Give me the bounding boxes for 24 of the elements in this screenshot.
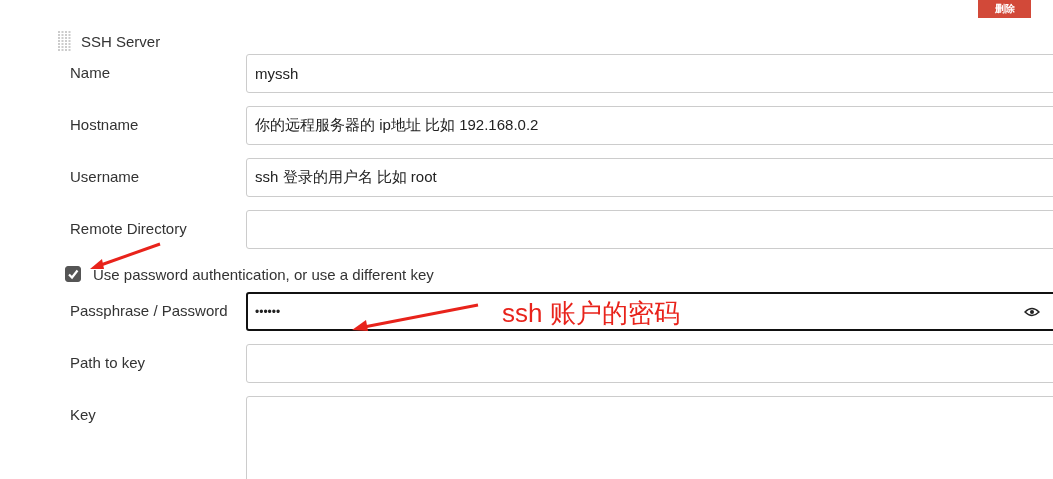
text-field[interactable]: [246, 210, 1053, 249]
field-label: Username: [70, 167, 141, 187]
key-textarea[interactable]: [246, 396, 1053, 479]
field-label: Path to key: [70, 353, 147, 373]
field-label: Key: [70, 405, 97, 425]
field-label: Remote Directory: [70, 219, 188, 239]
text-field[interactable]: myssh: [246, 54, 1053, 93]
field-value: ssh 登录的用户名 比如 root: [255, 168, 437, 187]
annotation-text: ssh 账户的密码: [502, 297, 680, 330]
eye-icon[interactable]: [1024, 306, 1040, 317]
section-title: SSH Server: [81, 32, 161, 50]
text-field[interactable]: ssh 登录的用户名 比如 root: [246, 158, 1053, 197]
drag-handle-icon[interactable]: [58, 31, 72, 51]
field-value: 你的远程服务器的 ip地址 比如 192.168.0.2: [255, 116, 539, 135]
checkbox[interactable]: [65, 266, 81, 282]
field-label: Hostname: [70, 115, 140, 135]
field-value: myssh: [255, 65, 299, 82]
field-label: Name: [70, 63, 111, 83]
password-value: ••••••: [255, 304, 281, 319]
text-field[interactable]: [246, 344, 1053, 383]
checkbox-label: Use password authentication, or use a different key: [93, 265, 434, 283]
field-label: Passphrase / Password: [70, 301, 229, 321]
text-field[interactable]: 你的远程服务器的 ip地址 比如 192.168.0.2: [246, 106, 1053, 145]
delete-button[interactable]: 删除: [978, 0, 1031, 18]
